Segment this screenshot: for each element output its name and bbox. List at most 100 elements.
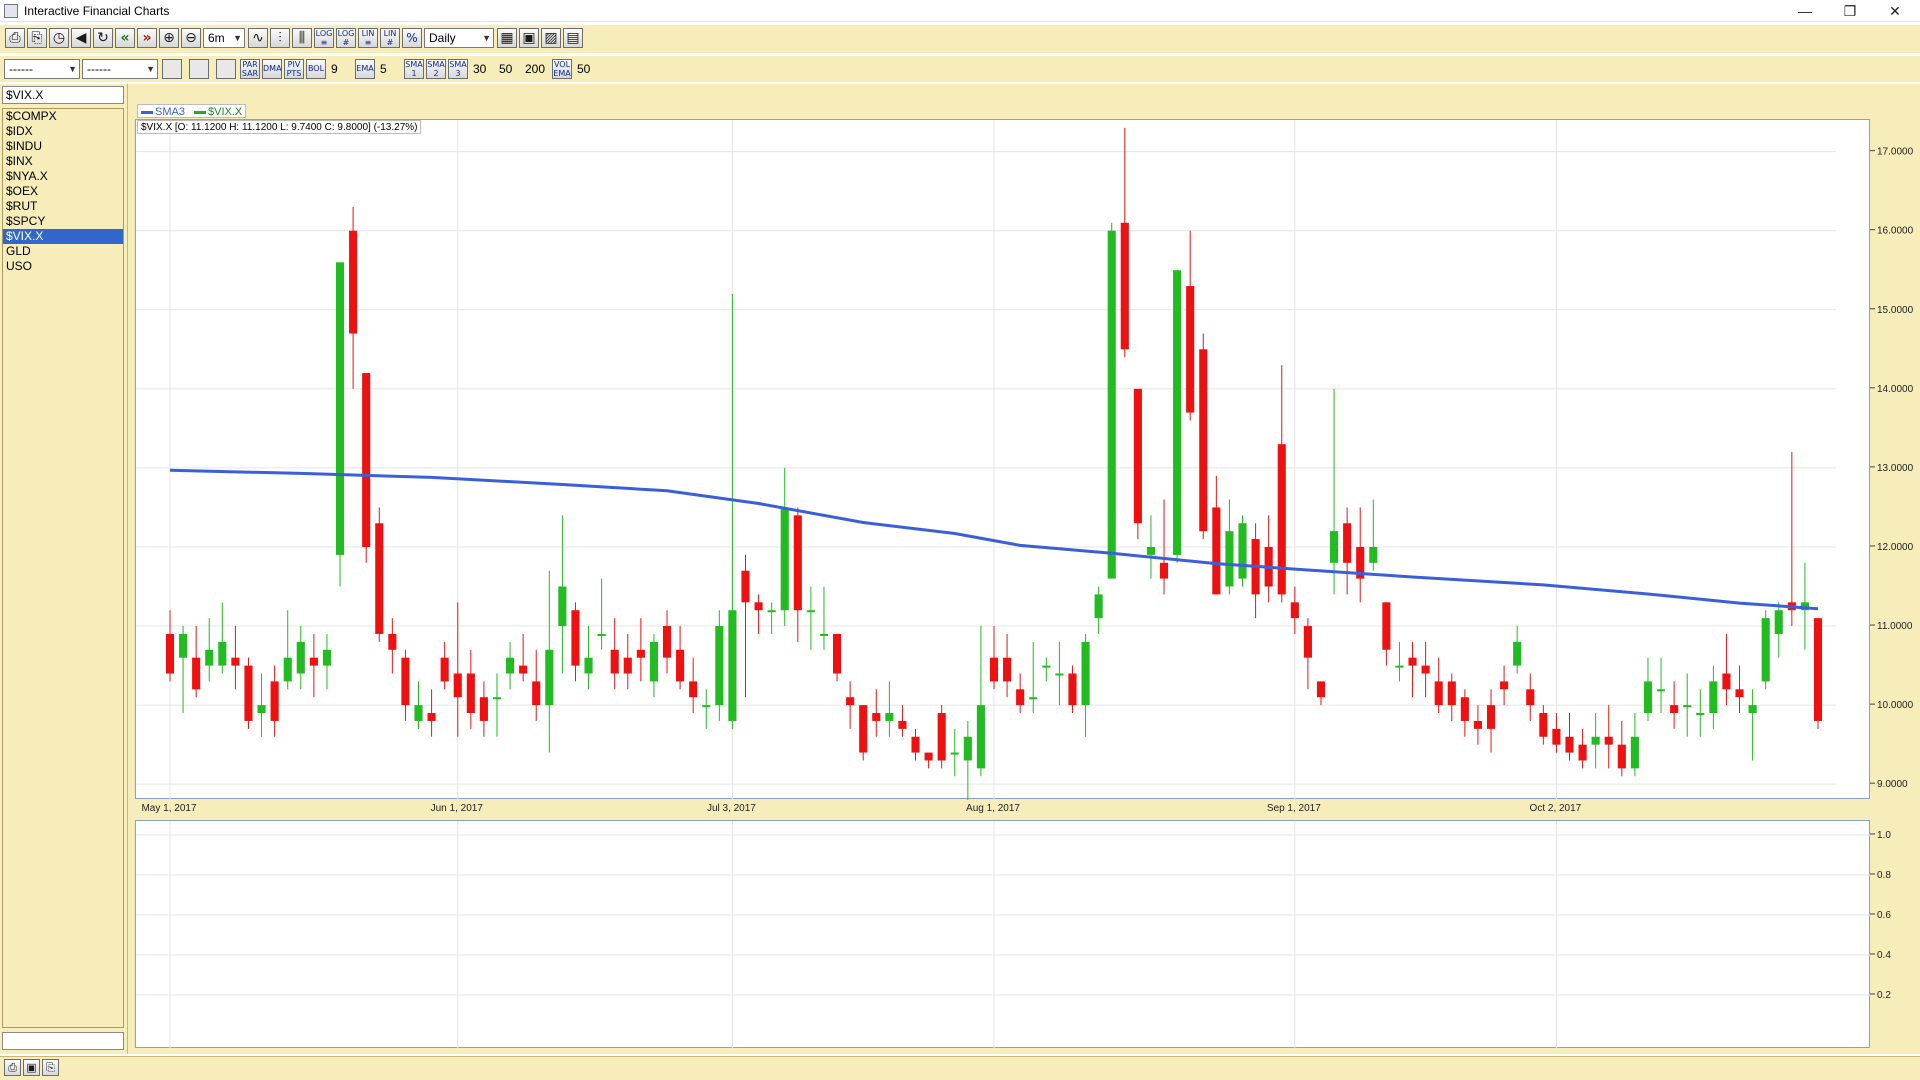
candle-body xyxy=(1434,681,1443,706)
bollinger-period[interactable]: 9 xyxy=(331,59,338,79)
candle-body xyxy=(1081,641,1090,706)
bar-chart-icon[interactable]: ⫶ xyxy=(270,28,290,48)
sma3-period[interactable]: 200 xyxy=(525,59,545,79)
restore-button[interactable]: ❐ xyxy=(1835,1,1865,21)
symbol-item[interactable]: $RUT xyxy=(3,199,123,214)
save-icon[interactable]: ▣ xyxy=(23,1059,40,1076)
candle-body xyxy=(1500,681,1509,690)
color-settings-icon[interactable]: ▣ xyxy=(519,28,539,48)
symbol-input[interactable]: $VIX.X xyxy=(2,86,124,104)
log-percent-button[interactable]: LOG # xyxy=(336,28,356,48)
sma2-button[interactable]: SMA 2 xyxy=(426,59,446,79)
candle-body xyxy=(1133,388,1142,524)
blank-button-1[interactable] xyxy=(162,59,182,79)
candle-body xyxy=(1382,602,1391,650)
chart-settings-icon[interactable]: ▦ xyxy=(497,28,517,48)
candle-body xyxy=(689,681,698,698)
sma3-button[interactable]: SMA 3 xyxy=(448,59,468,79)
candle-body xyxy=(1813,618,1823,721)
sidebar-status-field[interactable] xyxy=(2,1032,124,1050)
candlestick-icon[interactable]: ⫼ xyxy=(292,28,312,48)
blank-button-2[interactable] xyxy=(189,59,209,79)
zoom-out-icon[interactable]: ⊖ xyxy=(181,28,201,48)
candle-body xyxy=(636,649,645,658)
minimize-button[interactable]: — xyxy=(1790,1,1820,21)
candle-body xyxy=(1774,610,1783,634)
candle-body xyxy=(244,665,253,721)
zoom-in-icon[interactable]: ⊕ xyxy=(159,28,179,48)
line-chart-icon[interactable]: ∿ xyxy=(248,28,268,48)
candle-body xyxy=(1421,665,1430,674)
candle-body xyxy=(1029,697,1038,700)
candle-body xyxy=(388,633,397,650)
symbol-item[interactable]: $NYA.X xyxy=(3,169,123,184)
data-table-icon[interactable]: ▤ xyxy=(563,28,583,48)
ema-button[interactable]: EMA xyxy=(355,59,375,79)
clock-icon[interactable]: ◷ xyxy=(49,28,69,48)
price-chart-panel[interactable] xyxy=(135,119,1871,800)
ohlc-readout: $VIX.X [O: 11.1200 H: 11.1200 L: 9.7400 … xyxy=(137,120,422,134)
speaker-icon[interactable]: ◀ xyxy=(71,28,91,48)
candle-body xyxy=(1591,736,1600,745)
close-button[interactable]: ✕ xyxy=(1880,1,1910,21)
indicator-panel[interactable] xyxy=(135,820,1871,1049)
candle-body xyxy=(1565,736,1574,753)
symbol-item[interactable]: $SPCY xyxy=(3,214,123,229)
symbol-item[interactable]: $VIX.X xyxy=(3,229,123,244)
open-icon[interactable]: ⎘ xyxy=(27,28,47,48)
dma-button[interactable]: DMA xyxy=(262,59,282,79)
main-toolbar: ⎙ ⎘ ◷ ◀ ↻ « » ⊕ ⊖ 6m ▼ ∿ ⫶ ⫼ LOG ≡ LOG # … xyxy=(0,25,1920,53)
symbol-item[interactable]: $INDU xyxy=(3,139,123,154)
chevron-down-icon: ▼ xyxy=(233,33,242,43)
refresh-icon[interactable]: ↻ xyxy=(93,28,113,48)
percent-button[interactable]: % xyxy=(402,28,422,48)
symbol-item[interactable]: GLD xyxy=(3,244,123,259)
candle-body xyxy=(165,633,175,674)
interval-select[interactable]: Daily ▼ xyxy=(424,28,494,48)
symbol-list[interactable]: $COMPX $IDX $INDU $INX $NYA.X $OEX $RUT $SPCY $V… xyxy=(2,108,124,1028)
image-export-icon[interactable]: ▨ xyxy=(541,28,561,48)
symbol-item[interactable]: $OEX xyxy=(3,184,123,199)
symbol-item[interactable]: $IDX xyxy=(3,124,123,139)
export-icon[interactable]: ⎘ xyxy=(42,1059,59,1076)
candle-body xyxy=(1539,713,1548,737)
blank-button-3[interactable] xyxy=(216,59,236,79)
candle-body xyxy=(571,610,580,666)
candle-body xyxy=(1343,523,1352,563)
sma2-period[interactable]: 50 xyxy=(499,59,512,79)
window-title: Interactive Financial Charts xyxy=(24,4,170,18)
candle-body xyxy=(231,657,240,666)
candle-body xyxy=(1643,681,1653,714)
print-icon[interactable]: ⎙ xyxy=(5,28,25,48)
sma1-period[interactable]: 30 xyxy=(473,59,486,79)
scroll-left-icon[interactable]: « xyxy=(115,28,135,48)
candle-body xyxy=(296,641,305,674)
symbol-item[interactable]: $COMPX xyxy=(3,109,123,124)
linear-percent-button[interactable]: LIN # xyxy=(380,28,400,48)
period-select[interactable]: 6m ▼ xyxy=(203,28,245,48)
pivot-points-button[interactable]: PIV PTS xyxy=(284,59,304,79)
log-scale-button[interactable]: LOG ≡ xyxy=(314,28,334,48)
volume-ema-button[interactable]: VOL EMA xyxy=(552,59,572,79)
indicator-select-2[interactable]: ------ ▼ xyxy=(82,59,158,79)
ema-period[interactable]: 5 xyxy=(380,59,387,79)
par-sar-button[interactable]: PAR SAR xyxy=(240,59,260,79)
bollinger-button[interactable]: BOL xyxy=(306,59,326,79)
candle-body xyxy=(1617,744,1626,769)
symbol-item[interactable]: USO xyxy=(3,259,123,274)
indicator-select-1[interactable]: ------ ▼ xyxy=(4,59,80,79)
print-icon[interactable]: ⎙ xyxy=(4,1059,21,1076)
candle-body xyxy=(322,649,332,666)
candle-body xyxy=(558,586,567,627)
candle-body xyxy=(1735,689,1744,698)
price-chart[interactable] xyxy=(136,120,1871,800)
symbol-item[interactable]: $INX xyxy=(3,154,123,169)
candle-body xyxy=(649,641,658,682)
candle-body xyxy=(1016,689,1025,706)
candle-body xyxy=(519,665,528,674)
volume-ema-period[interactable]: 50 xyxy=(577,59,590,79)
candle-body xyxy=(440,657,449,682)
sma1-button[interactable]: SMA 1 xyxy=(404,59,424,79)
scroll-right-icon[interactable]: » xyxy=(137,28,157,48)
linear-scale-button[interactable]: LIN ≡ xyxy=(358,28,378,48)
